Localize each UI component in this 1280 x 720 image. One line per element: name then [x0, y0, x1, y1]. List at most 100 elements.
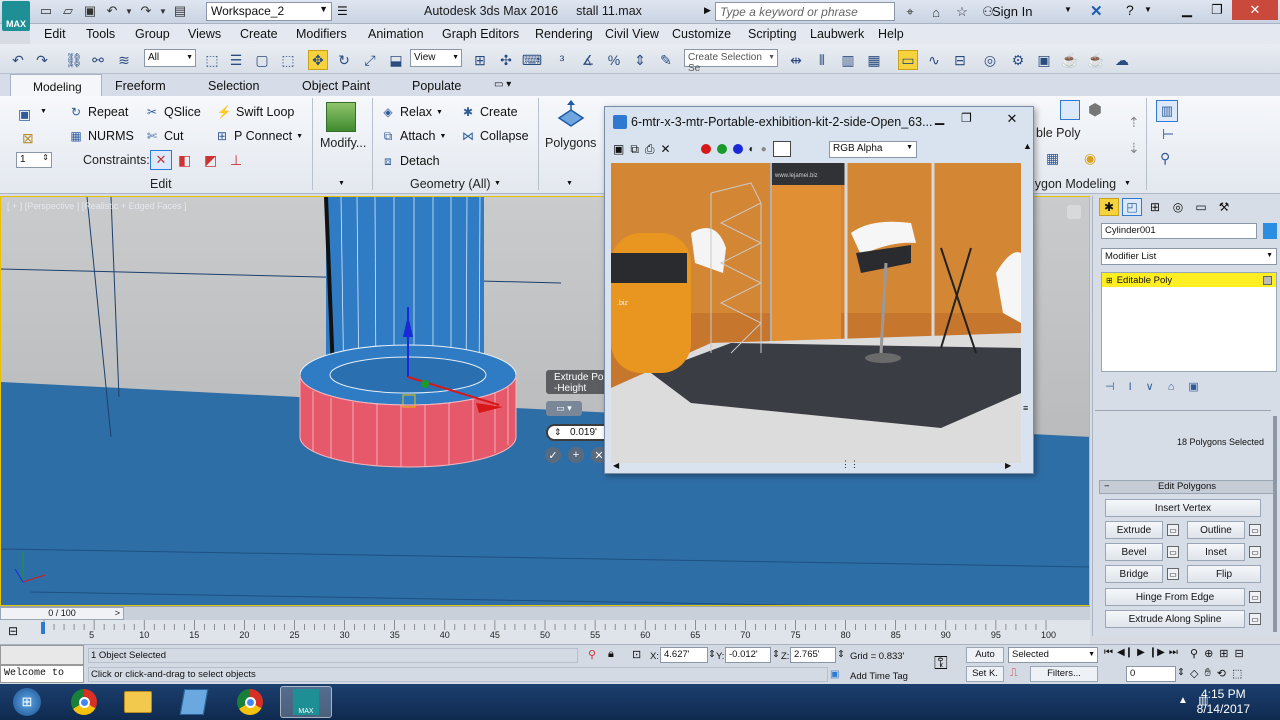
p-connect-button[interactable]: ⊞ P Connect ▼ [214, 128, 303, 144]
scroll-right-icon[interactable]: ▶ [1005, 461, 1011, 470]
modifier-list-select[interactable]: Modifier List ▼ [1101, 248, 1277, 265]
render-production-icon[interactable]: ☕ [1060, 50, 1080, 70]
hinge-from-edge-button[interactable]: Hinge From Edge [1105, 588, 1245, 606]
caddy-apply-button[interactable]: + [568, 447, 584, 463]
stack-item-editable-poly[interactable]: ⊞ Editable Poly [1102, 273, 1276, 287]
nurms-button[interactable]: ▦ NURMS [68, 128, 134, 144]
material-editor-icon[interactable]: ◎ [980, 50, 1000, 70]
system-clock[interactable]: 4:15 PM 8/14/2017 [1197, 687, 1250, 717]
render-iterative-icon[interactable]: ☕ [1086, 50, 1106, 70]
binoculars-icon[interactable]: ⌖ [900, 3, 920, 21]
star-icon[interactable]: ☆ [952, 3, 972, 21]
subscription-icon[interactable]: ⌂ [926, 3, 946, 21]
outline-settings-icon[interactable]: ▭ [1249, 524, 1261, 536]
save-icon[interactable]: ▣ [80, 2, 100, 20]
minimize-button[interactable]: ▁ [1172, 0, 1202, 20]
window-crossing-icon[interactable]: ⬚ [278, 50, 298, 70]
layer-explorer-icon[interactable]: ▥ [838, 50, 858, 70]
modify-tab-icon[interactable]: ◰ [1122, 198, 1142, 216]
alpha-channel-icon[interactable]: ◐ [749, 144, 755, 155]
zoom-extents-icon[interactable]: ⊞ [1219, 647, 1228, 660]
zoom-extents-all-icon[interactable]: ⊟ [1235, 647, 1244, 660]
track-bar[interactable]: ⊟ 5 10 15 20 25 30 35 40 45 50 55 60 65 70 75 80 85 90 95 1… [0, 620, 1090, 644]
chevron-right-icon[interactable]: ▶ [704, 5, 711, 16]
green-channel-icon[interactable] [716, 144, 727, 154]
pivot-center-icon[interactable]: ⊞ [470, 50, 490, 70]
chevron-down-icon[interactable]: ▼ [1144, 5, 1152, 14]
key-filters-button[interactable]: Filters... [1030, 666, 1098, 682]
unlink-icon[interactable]: ⚯ [88, 50, 108, 70]
graphite-ribbon-icon[interactable]: ▭ [898, 50, 918, 70]
viewcube-icon[interactable] [1067, 205, 1081, 219]
application-logo[interactable]: MAX [2, 1, 30, 31]
schematic-view-icon[interactable]: ⊟ [950, 50, 970, 70]
menu-scripting[interactable]: Scripting [748, 24, 797, 44]
tab-object-paint[interactable]: Object Paint [302, 77, 370, 95]
absolute-mode-icon[interactable]: ⊡ [632, 648, 641, 661]
menu-modifiers[interactable]: Modifiers [296, 24, 347, 44]
grow-icon[interactable]: ⇡ [1128, 114, 1140, 131]
object-color-swatch[interactable] [1263, 223, 1277, 239]
attach-button[interactable]: ⧉ Attach ▼ [380, 128, 447, 144]
extrude-height-input[interactable]: ⇕ 0.019' [546, 424, 612, 441]
exchange-apps-icon[interactable]: ✕ [1090, 2, 1103, 20]
maximize-button[interactable]: ❐ [1202, 0, 1232, 20]
bind-space-warp-icon[interactable]: ≋ [114, 50, 134, 70]
placement-icon[interactable]: ⬓ [386, 50, 406, 70]
stack-toggle-icon[interactable] [1263, 275, 1272, 285]
menu-graph-editors[interactable]: Graph Editors [442, 24, 519, 44]
menu-group[interactable]: Group [135, 24, 170, 44]
clear-icon[interactable]: ✕ [661, 142, 671, 156]
menu-animation[interactable]: Animation [368, 24, 424, 44]
constraint-normal-icon[interactable]: ⊥ [230, 152, 242, 169]
save-image-icon[interactable]: ▣ [613, 142, 624, 156]
selection-filter-select[interactable]: All ▼ [144, 49, 196, 67]
create-tab-icon[interactable]: ✱ [1099, 198, 1119, 216]
sign-in-link[interactable]: Sign In [992, 4, 1032, 19]
add-time-tag-icon[interactable]: ▣ [830, 669, 839, 680]
key-mode-icon[interactable]: ⎍ [1010, 667, 1018, 680]
auto-key-button[interactable]: Auto [966, 647, 1004, 663]
x-coordinate-field[interactable]: 4.627' [660, 647, 708, 663]
close-button[interactable]: ✕ [993, 111, 1031, 127]
rendered-frame-window[interactable]: 6-mtr-x-3-mtr-Portable-exhibition-kit-2-… [604, 106, 1034, 474]
scroll-left-icon[interactable]: ◀ [613, 461, 619, 470]
select-by-name-icon[interactable]: ☰ [226, 50, 246, 70]
show-cage-icon[interactable]: ◉ [1084, 150, 1096, 167]
polygons-mode-icon[interactable] [556, 100, 586, 130]
extrude-along-spline-button[interactable]: Extrude Along Spline [1105, 610, 1245, 628]
mirror-icon[interactable]: ⇹ [786, 50, 806, 70]
time-slider-thumb[interactable]: 0 / 100 > [0, 607, 124, 620]
scroll-thumb[interactable]: ≡ [1023, 403, 1028, 413]
keyboard-shortcut-icon[interactable]: ⌨ [522, 50, 542, 70]
tab-populate[interactable]: Populate [412, 77, 461, 95]
spinner-arrows-icon[interactable]: ⇕ [772, 649, 780, 660]
snaps-toggle-icon[interactable]: ³ [552, 50, 572, 70]
play-icon[interactable]: ▶ [1137, 647, 1145, 658]
workspace-select[interactable]: Workspace_2 ▼ [206, 2, 332, 21]
motion-tab-icon[interactable]: ◎ [1168, 198, 1188, 216]
help-icon[interactable]: ? [1126, 2, 1134, 18]
cut-button[interactable]: ✄ Cut [144, 128, 183, 144]
bevel-settings-icon[interactable]: ▭ [1167, 546, 1179, 558]
cube-icon[interactable]: ⬢ [1088, 100, 1102, 120]
layer-manager-icon[interactable]: ▦ [864, 50, 884, 70]
tray-arrow-icon[interactable]: ▲ [1178, 695, 1188, 706]
menu-views[interactable]: Views [188, 24, 221, 44]
tab-freeform[interactable]: Freeform [115, 77, 166, 95]
render-cloud-icon[interactable]: ☁ [1112, 50, 1132, 70]
project-folder-icon[interactable]: ▤ [170, 2, 190, 20]
polygons-mode-button[interactable]: Polygons [545, 136, 596, 150]
menu-laubwerk[interactable]: Laubwerk [810, 24, 864, 44]
edit-polygons-rollout-header[interactable]: − Edit Polygons [1099, 480, 1275, 494]
collapse-button[interactable]: ⋈ Collapse [460, 128, 529, 144]
percent-snap-icon[interactable]: % [604, 50, 624, 70]
constraint-face-icon[interactable]: ◩ [204, 152, 217, 169]
taskbar-chrome[interactable] [58, 686, 110, 718]
field-of-view-icon[interactable]: ◇ [1190, 667, 1198, 680]
link-icon[interactable]: ⛓ [64, 50, 84, 70]
minimize-button[interactable]: ▁ [935, 111, 944, 125]
constraint-edge-icon[interactable]: ◧ [178, 152, 191, 169]
viewport-label[interactable]: [ + ] [Perspective ] [Realistic + Edged … [7, 201, 187, 211]
select-and-scale-icon[interactable]: ⤢ [360, 50, 380, 70]
